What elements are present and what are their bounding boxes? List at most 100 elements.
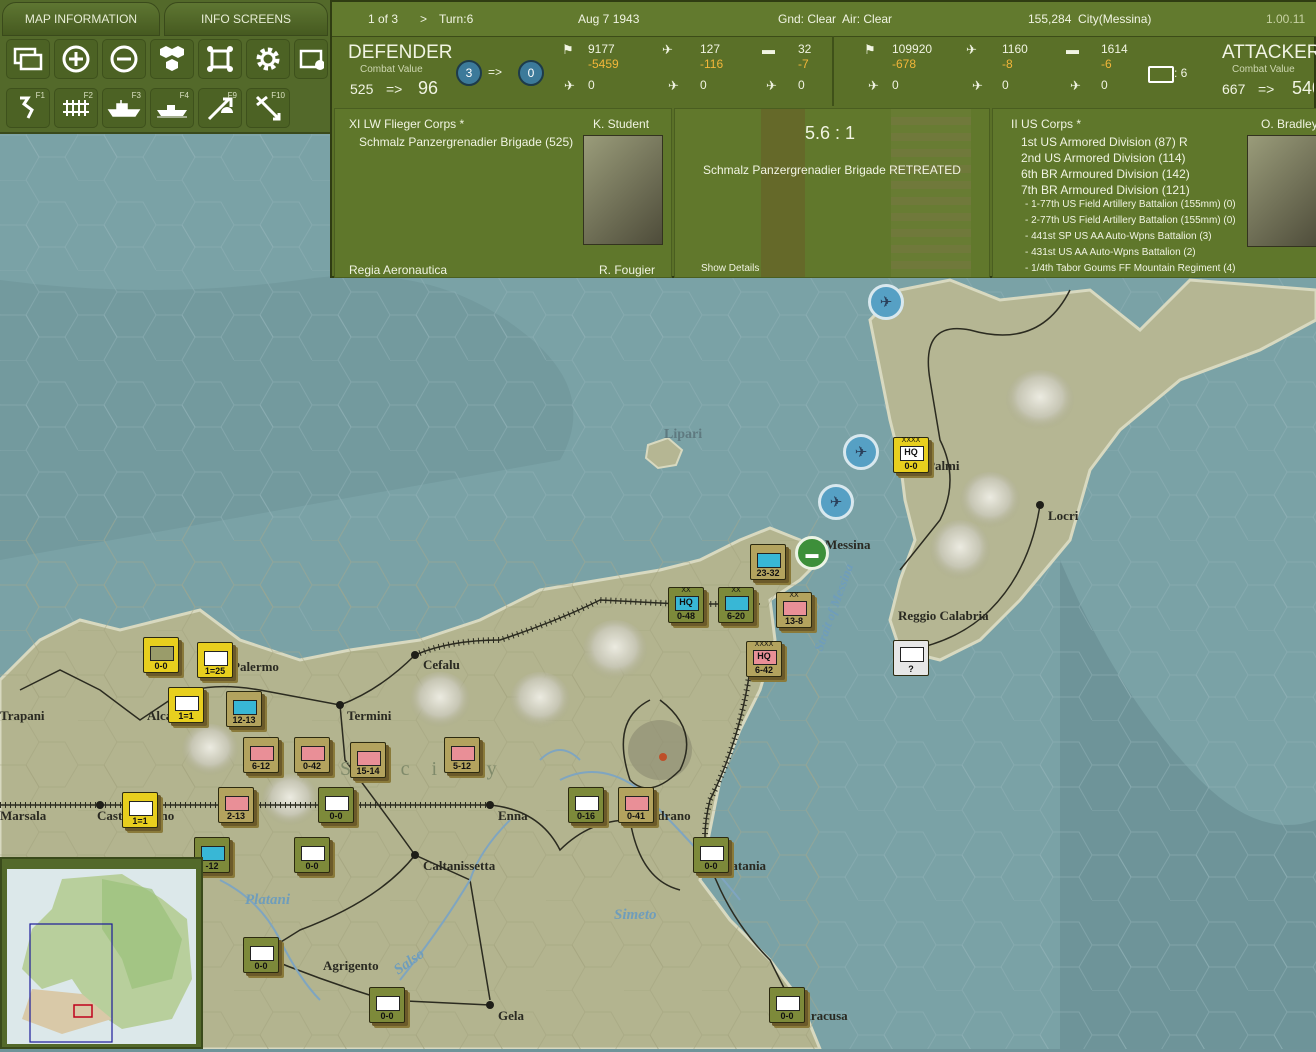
commander-portrait [1247, 135, 1316, 247]
unit-counter[interactable]: 0-16 [568, 787, 604, 823]
status-bar: 1 of 3 > Turn:6 Aug 7 1943 Gnd: Clear Ai… [332, 2, 1316, 37]
unit-counter[interactable]: 0-0 [369, 987, 405, 1023]
panel-icon[interactable] [294, 39, 328, 79]
city-palmi: Palmi [927, 458, 960, 473]
attacker-subunit[interactable]: - 1-77th US Field Artillery Battalion (1… [1025, 199, 1236, 210]
unit-counter[interactable]: XX 13-8 [776, 592, 812, 628]
unit-counter[interactable]: 12-13 [226, 691, 262, 727]
attacker-subunit[interactable]: - 441st SP US AA Auto-Wpns Battalion (3) [1025, 231, 1212, 242]
defender-detail: XI LW Flieger Corps * K. Student Schmalz… [334, 108, 672, 278]
unit-counter[interactable]: 1=1 [122, 792, 158, 828]
air-strike-icon[interactable]: F10 [246, 88, 290, 128]
zoom-in-icon[interactable] [54, 39, 98, 79]
city-palermo: Palermo [232, 659, 279, 674]
unit-counter[interactable]: 0-41 [618, 787, 654, 823]
defender-unit[interactable]: Schmalz Panzergrenadier Brigade (525) [359, 135, 573, 149]
attacker-men: 109920 [892, 42, 933, 56]
hex-grid-icon[interactable] [150, 39, 194, 79]
unit-counter[interactable]: 0-0 [143, 637, 179, 673]
next-page-button[interactable]: > [420, 12, 427, 26]
unit-counter[interactable]: 0-0 [318, 787, 354, 823]
unit-counter[interactable]: 0-0 [769, 987, 805, 1023]
attacker-unit[interactable]: 2nd US Armored Division (114) [1021, 151, 1186, 165]
bomber-icon: ✈ [972, 78, 983, 93]
combat-report-panel: 1 of 3 > Turn:6 Aug 7 1943 Gnd: Clear Ai… [330, 0, 1316, 278]
attacker-stat: 0 [1101, 78, 1108, 92]
tab-info-screens[interactable]: INFO SCREENS [164, 2, 328, 36]
unit-counter[interactable]: 0-0 [243, 937, 279, 973]
combat-result: 5.6 : 1 Schmalz Panzergrenadier Brigade … [674, 108, 990, 278]
unit-counter[interactable]: 0-0 [693, 837, 729, 873]
show-details-link[interactable]: Show Details [701, 263, 759, 274]
defender-tanks-loss: -7 [798, 57, 809, 71]
city-adrano: Adrano [648, 808, 691, 823]
unit-counter[interactable]: XX HQ 0-48 [668, 587, 704, 623]
attacker-subunit[interactable]: - 2-77th US Field Artillery Battalion (1… [1025, 215, 1236, 226]
attacker-men-loss: -678 [892, 57, 917, 71]
move-arrow-icon[interactable]: F1 [6, 88, 50, 128]
unit-counter[interactable]: XXXX HQ 0-0 [893, 437, 929, 473]
defender-stat: 0 [798, 78, 805, 92]
tank-unit-icon[interactable]: ▬ [795, 536, 829, 570]
defender-cv-label: Combat Value [360, 64, 423, 75]
attacker-subunit[interactable]: - 431st US AA Auto-Wpns Battalion (2) [1025, 247, 1196, 258]
unit-counter[interactable]: 23-32 [750, 544, 786, 580]
tab-map-information[interactable]: MAP INFORMATION [2, 2, 160, 36]
turn-label: Turn:6 [439, 12, 474, 26]
city-messina: Messina [825, 537, 871, 552]
attacker-cv-label: Combat Value [1232, 64, 1295, 75]
shift-arrow: => [488, 65, 503, 79]
transport-icon: ✈ [1070, 78, 1081, 93]
settings-gear-icon[interactable] [246, 39, 290, 79]
defender-arrow: => [386, 81, 403, 97]
unit-counter[interactable]: 1=25 [197, 642, 233, 678]
attacker-bridge-count: : 6 [1174, 66, 1188, 80]
ship-icon[interactable]: F4 [150, 88, 194, 128]
unit-counter[interactable]: 0-0 [294, 837, 330, 873]
rail-icon[interactable]: F2 [54, 88, 98, 128]
air-unit-icon[interactable]: ✈ [818, 484, 854, 520]
commander-portrait [583, 135, 663, 245]
unknown-unit-counter[interactable]: ? [893, 640, 929, 676]
unit-counter[interactable]: 5-12 [444, 737, 480, 773]
unit-counter[interactable]: 2-13 [218, 787, 254, 823]
city-lipari: Lipari [664, 427, 702, 442]
defender-cv-end: 96 [418, 78, 439, 98]
air-unit-icon[interactable]: ✈ [868, 284, 904, 320]
city-locri: Locri [1048, 508, 1079, 523]
fighter-icon: ✈ [564, 78, 575, 93]
defender-commander: K. Student [593, 117, 650, 131]
combat-message: Schmalz Panzergrenadier Brigade RETREATE… [703, 163, 961, 177]
unit-counter[interactable]: 15-14 [350, 742, 386, 778]
zoom-out-icon[interactable] [102, 39, 146, 79]
attacker-stat: 0 [892, 78, 899, 92]
river-simeto: Simeto [614, 907, 657, 923]
air-drop-icon[interactable]: F9 [198, 88, 242, 128]
defender-air: 127 [700, 42, 721, 56]
unit-counter[interactable]: 6-12 [243, 737, 279, 773]
defender-title: DEFENDER [348, 42, 453, 63]
minimap[interactable] [0, 857, 203, 1049]
air-unit-icon[interactable]: ✈ [843, 434, 879, 470]
defender-cut-left: Regia Aeronautica [349, 263, 448, 277]
attacker-unit[interactable]: 7th BR Armoured Division (121) [1021, 183, 1190, 197]
unit-counter[interactable]: XXXX HQ 6-42 [746, 641, 782, 677]
unit-counter[interactable]: 1=1 [168, 687, 204, 723]
naval-icon[interactable]: F3 [102, 88, 146, 128]
attacker-cv-start: 667 [1222, 81, 1246, 97]
flag-overlay [891, 109, 971, 277]
attacker-subunit[interactable]: - 1/4th Tabor Goums FF Mountain Regiment… [1025, 263, 1235, 274]
city-caltanissetta: Caltanissetta [423, 858, 496, 873]
attacker-unit[interactable]: 1st US Armored Division (87) R [1021, 135, 1188, 149]
transport-icon: ✈ [766, 78, 777, 93]
defender-air-loss: -116 [700, 57, 724, 71]
attacker-stat: 0 [1002, 78, 1009, 92]
aircraft-icon: ✈ [662, 42, 673, 57]
window-toggle-icon[interactable] [6, 39, 50, 79]
minimap-view[interactable] [2, 859, 201, 1047]
attacker-commander: O. Bradley [1261, 117, 1316, 131]
supply-icon[interactable] [198, 39, 242, 79]
unit-counter[interactable]: 0-42 [294, 737, 330, 773]
attacker-unit[interactable]: 6th BR Armoured Division (142) [1021, 167, 1190, 181]
unit-counter[interactable]: XX 6-20 [718, 587, 754, 623]
